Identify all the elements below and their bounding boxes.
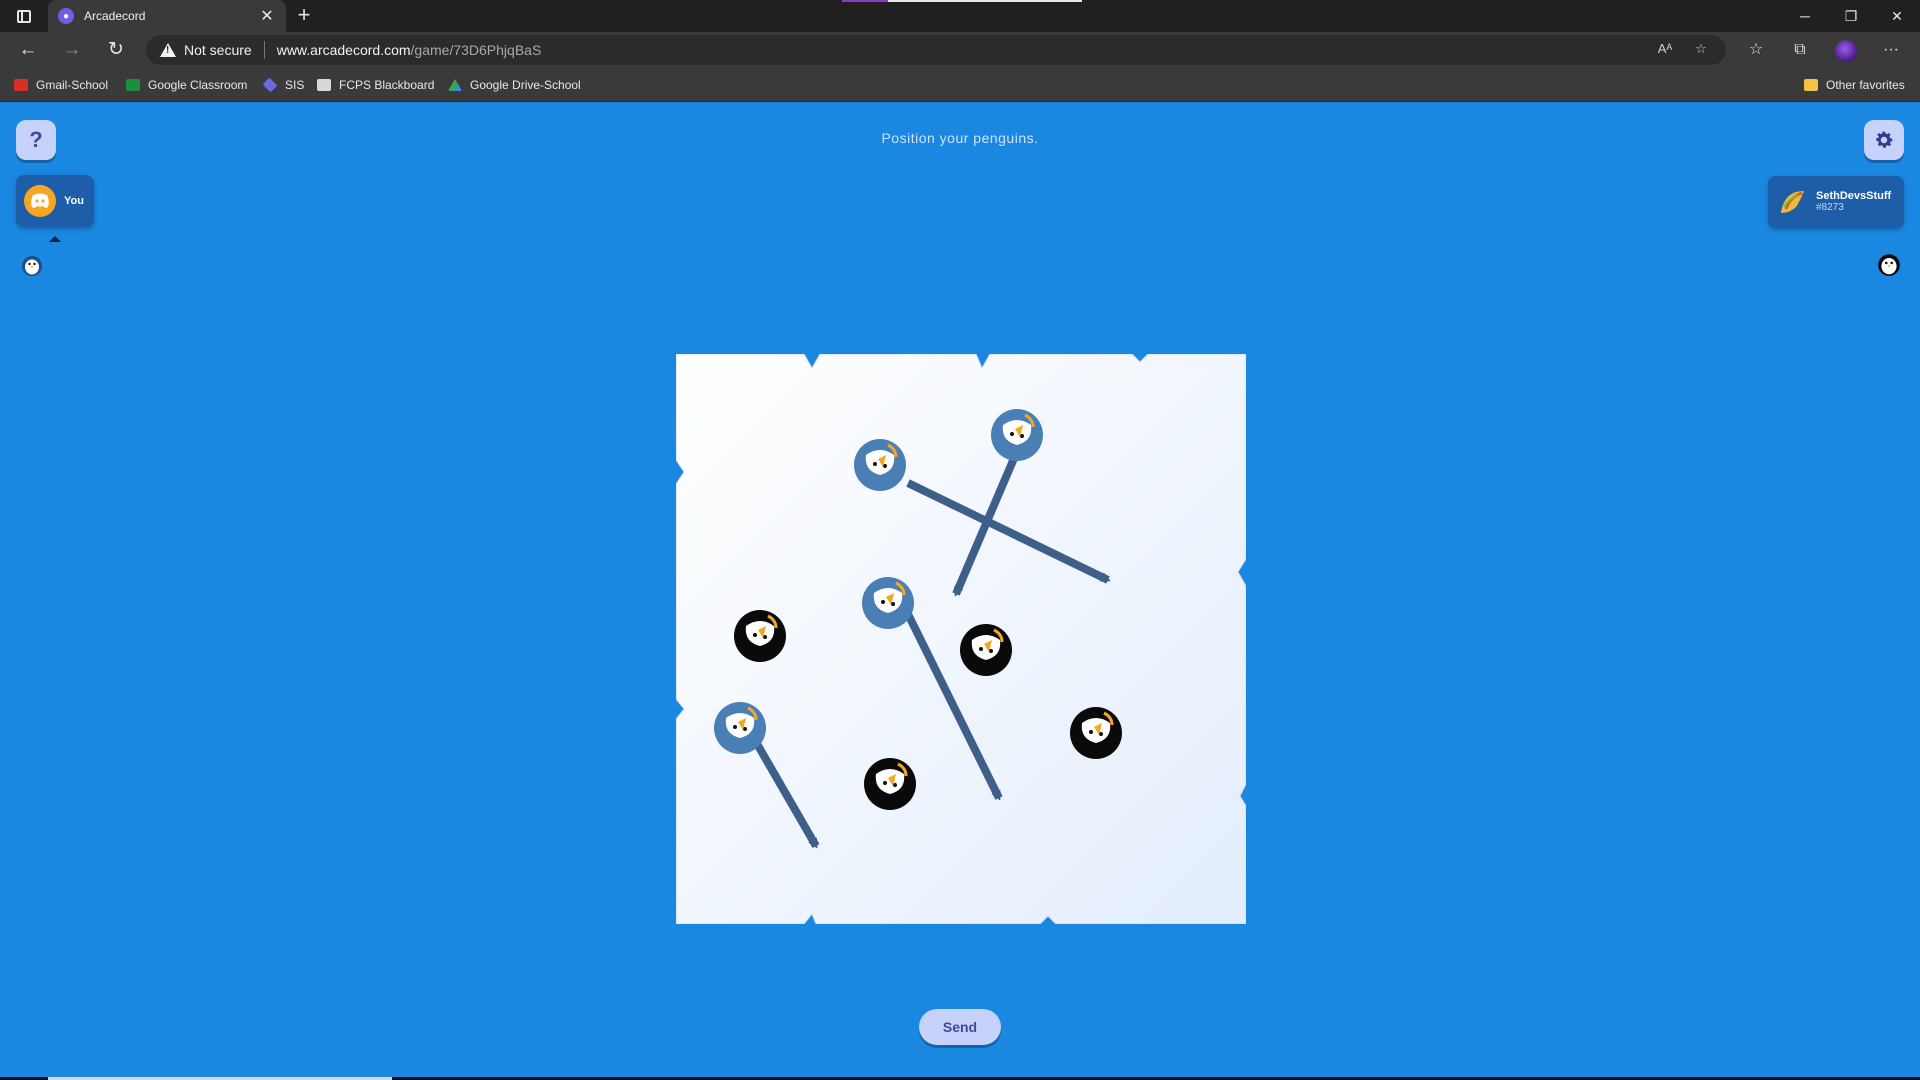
read-aloud-icon[interactable]: Aᴬ	[1654, 41, 1676, 59]
player-name-you: You	[64, 195, 84, 207]
restore-icon[interactable]: ❐	[1836, 4, 1866, 28]
blackboard-icon	[317, 79, 331, 91]
address-separator	[263, 41, 265, 59]
turn-indicator-caret-icon	[49, 236, 61, 242]
tab-actions-button[interactable]	[10, 6, 38, 26]
url-host: www.arcadecord.com	[276, 42, 411, 58]
penguin-opponent	[960, 624, 1012, 676]
penguin-player[interactable]	[862, 577, 914, 629]
ice-board[interactable]	[676, 354, 1246, 924]
gear-icon	[1876, 131, 1893, 148]
close-window-icon[interactable]: ✕	[1882, 4, 1912, 28]
security-label[interactable]: Not secure	[184, 42, 252, 58]
player-card-you: You	[16, 175, 94, 227]
address-bar[interactable]: Not secure www.arcadecord.com/game/73D6P…	[146, 35, 1726, 65]
gmail-icon	[14, 79, 28, 91]
sis-icon	[262, 77, 278, 93]
tab-arcadecord[interactable]: ● Arcadecord ✕	[48, 0, 286, 32]
bookmark-google-drive-school[interactable]: Google Drive-School	[448, 76, 581, 94]
back-icon[interactable]: ←	[14, 38, 42, 62]
penguin-player[interactable]	[991, 409, 1043, 461]
player-tag-opponent: #8273	[1816, 202, 1844, 213]
bookmark-label: Google Classroom	[148, 78, 248, 92]
window-accent-purple	[842, 0, 888, 2]
send-button[interactable]: Send	[919, 1009, 1001, 1045]
warning-icon	[160, 43, 176, 57]
penguin-opponent	[1070, 707, 1122, 759]
drive-icon	[448, 79, 462, 91]
classroom-icon	[126, 79, 140, 91]
tab-actions-icon	[17, 9, 31, 23]
discord-avatar-icon	[24, 185, 56, 217]
new-tab-button[interactable]: +	[292, 4, 316, 28]
browser-toolbar: ← → ↻ Not secure www.arcadecord.com/game…	[0, 32, 1920, 68]
bookmark-label: FCPS Blackboard	[339, 78, 435, 92]
collections-icon[interactable]: ⧉	[1787, 39, 1813, 61]
tab-title: Arcadecord	[84, 9, 146, 23]
penguin-player[interactable]	[714, 702, 766, 754]
bookmark-label: Other favorites	[1826, 78, 1905, 92]
taco-avatar-icon	[1781, 191, 1804, 213]
more-options-icon[interactable]: ···	[1878, 39, 1904, 61]
penguin-player[interactable]	[854, 439, 906, 491]
refresh-icon[interactable]: ↻	[102, 38, 130, 62]
penguin-icon-you	[22, 256, 42, 276]
minimize-icon[interactable]: ─	[1790, 4, 1820, 28]
bookmark-gmail-school[interactable]: Gmail-School	[14, 76, 108, 94]
penguin-icon-opponent	[1878, 254, 1900, 276]
player-name-opponent: SethDevsStuff	[1816, 190, 1892, 202]
penguin-opponent	[864, 758, 916, 810]
bookmark-other-favorites[interactable]: Other favorites	[1804, 76, 1905, 94]
bookmarks-bar: Gmail-School Google Classroom SIS FCPS B…	[0, 68, 1920, 102]
forward-icon[interactable]: →	[58, 38, 86, 62]
bookmark-fcps-blackboard[interactable]: FCPS Blackboard	[317, 76, 434, 94]
penguin-opponent	[734, 610, 786, 662]
arcadecord-favicon-icon: ●	[58, 8, 74, 24]
settings-button[interactable]	[1864, 120, 1904, 160]
game-page: ? Position your penguins. You SethDevsSt…	[0, 102, 1920, 1080]
add-favorite-icon[interactable]: ☆	[1690, 41, 1712, 59]
bookmark-google-classroom[interactable]: Google Classroom	[126, 76, 247, 94]
favorites-icon[interactable]: ☆	[1743, 39, 1769, 61]
bookmark-label: SIS	[285, 78, 305, 92]
tab-bar: ● Arcadecord ✕ + ─ ❐ ✕	[0, 0, 1920, 32]
bookmark-sis[interactable]: SIS	[262, 76, 305, 94]
game-prompt: Position your penguins.	[881, 130, 1039, 146]
help-button[interactable]: ?	[16, 120, 56, 160]
folder-icon	[1804, 79, 1818, 91]
profile-avatar[interactable]	[1835, 40, 1857, 62]
player-card-opponent: SethDevsStuff #8273	[1768, 176, 1904, 228]
bookmark-label: Gmail-School	[36, 78, 109, 92]
close-tab-icon[interactable]: ✕	[258, 6, 276, 26]
bookmark-label: Google Drive-School	[470, 78, 581, 92]
url-path: /game/73D6PhjqBaS	[410, 42, 542, 58]
